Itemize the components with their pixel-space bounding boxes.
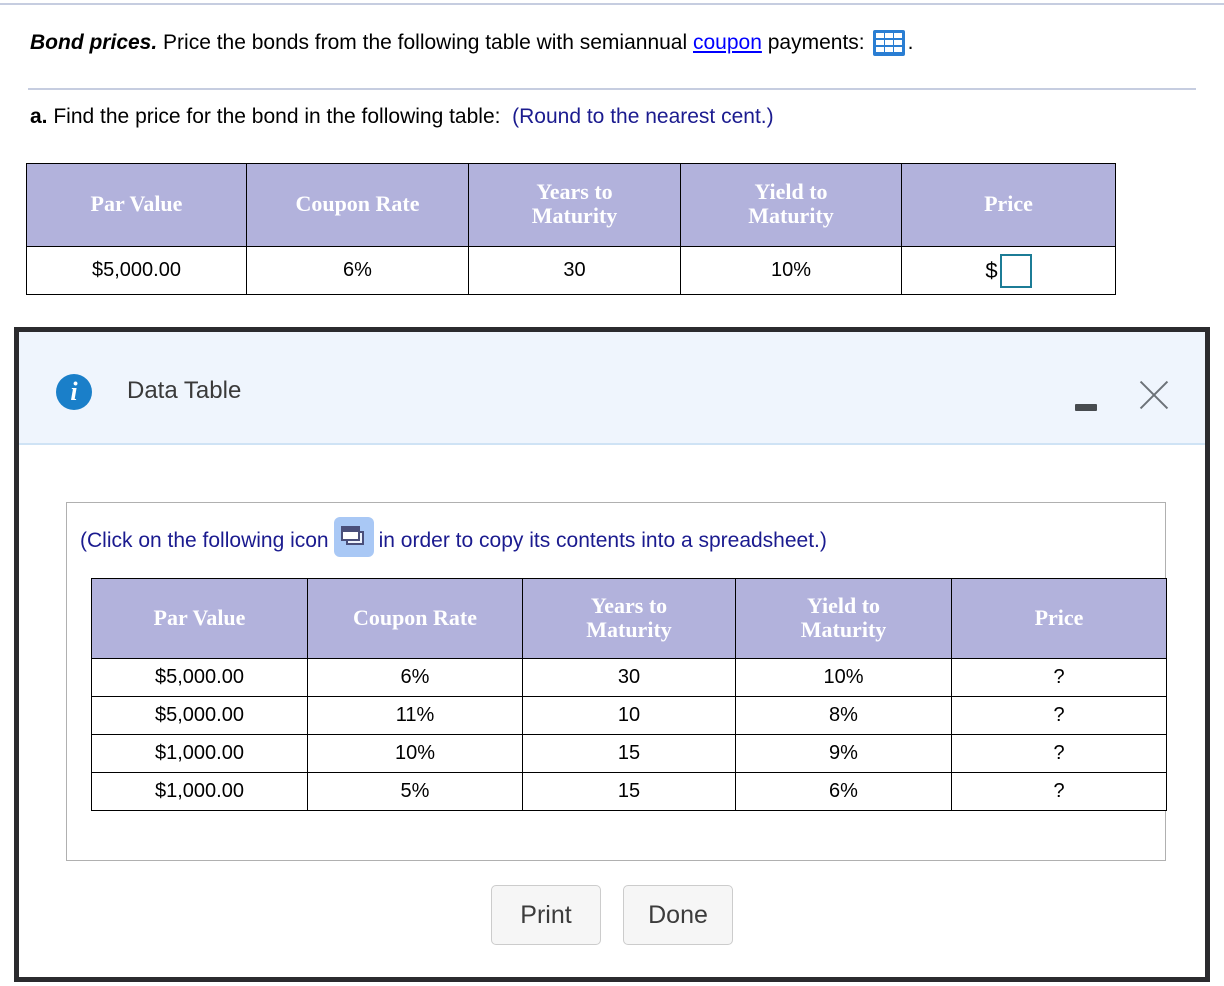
col-coupon-rate: Coupon Rate bbox=[246, 163, 469, 247]
col-yield-to-maturity: Yield to Maturity bbox=[735, 578, 952, 659]
cell-years-to-maturity: 30 bbox=[522, 658, 736, 697]
table-row: $1,000.00 5% 15 6% ? bbox=[91, 772, 1167, 811]
data-table-panel: (Click on the following icon in order to… bbox=[66, 502, 1167, 861]
problem-statement: Bond prices. Price the bonds from the fo… bbox=[30, 30, 1200, 56]
cell-price: ? bbox=[951, 734, 1167, 773]
cell-price: ? bbox=[951, 772, 1167, 811]
info-icon: i bbox=[56, 374, 92, 410]
copy-to-spreadsheet-icon[interactable] bbox=[333, 517, 374, 557]
cell-coupon-rate: 6% bbox=[246, 246, 469, 295]
col-par-value: Par Value bbox=[91, 578, 308, 659]
problem-title: Bond prices. bbox=[30, 31, 158, 54]
cell-price-answer: $ bbox=[901, 246, 1116, 295]
cell-yield-to-maturity: 9% bbox=[735, 734, 952, 773]
close-icon[interactable] bbox=[1131, 372, 1175, 416]
part-a-question: a. Find the price for the bond in the fo… bbox=[30, 105, 774, 129]
cell-coupon-rate: 5% bbox=[307, 772, 523, 811]
col-yield-to-maturity: Yield to Maturity bbox=[680, 163, 902, 247]
part-a-label: a. bbox=[30, 105, 48, 128]
problem-text-part2: payments: bbox=[761, 31, 865, 54]
cell-yield-to-maturity: 10% bbox=[735, 658, 952, 697]
dialog-bond-data-table: Par Value Coupon Rate Years to Maturity … bbox=[91, 578, 1167, 811]
table-header-row: Par Value Coupon Rate Years to Maturity … bbox=[26, 163, 1116, 247]
price-input[interactable] bbox=[999, 253, 1032, 288]
cell-coupon-rate: 10% bbox=[307, 734, 523, 773]
copy-instruction-text-before: (Click on the following icon bbox=[80, 529, 329, 552]
table-row: $5,000.00 11% 10 8% ? bbox=[91, 696, 1167, 735]
cell-par-value: $5,000.00 bbox=[91, 696, 308, 735]
currency-symbol: $ bbox=[985, 257, 998, 283]
page-top-divider bbox=[0, 3, 1224, 5]
cell-years-to-maturity: 15 bbox=[522, 772, 736, 811]
table-row: $5,000.00 6% 30 10% ? bbox=[91, 658, 1167, 697]
copy-instruction: (Click on the following icon in order to… bbox=[80, 517, 827, 557]
problem-text-part1: Price the bonds from the following table… bbox=[157, 31, 693, 54]
cell-years-to-maturity: 15 bbox=[522, 734, 736, 773]
cell-yield-to-maturity: 6% bbox=[735, 772, 952, 811]
coupon-glossary-link[interactable]: coupon bbox=[693, 31, 762, 54]
cell-par-value: $1,000.00 bbox=[91, 772, 308, 811]
cell-par-value: $5,000.00 bbox=[26, 246, 247, 295]
print-button[interactable]: Print bbox=[491, 885, 601, 945]
copy-instruction-text-after: in order to copy its contents into a spr… bbox=[378, 529, 827, 552]
table-header-row: Par Value Coupon Rate Years to Maturity … bbox=[91, 578, 1167, 659]
col-years-to-maturity: Years to Maturity bbox=[468, 163, 681, 247]
done-button[interactable]: Done bbox=[623, 885, 733, 945]
col-par-value: Par Value bbox=[26, 163, 247, 247]
col-price: Price bbox=[951, 578, 1167, 659]
cell-years-to-maturity: 30 bbox=[468, 246, 681, 295]
question-bond-table: Par Value Coupon Rate Years to Maturity … bbox=[26, 163, 1116, 295]
table-row: $1,000.00 10% 15 9% ? bbox=[91, 734, 1167, 773]
data-table-dialog: i Data Table (Click on the following ico… bbox=[14, 327, 1210, 982]
dialog-title: Data Table bbox=[127, 377, 242, 404]
cell-coupon-rate: 6% bbox=[307, 658, 523, 697]
data-table-body: $5,000.00 6% 30 10% ? $5,000.00 11% 10 8… bbox=[91, 658, 1167, 811]
col-years-to-maturity: Years to Maturity bbox=[522, 578, 736, 659]
minimize-icon[interactable] bbox=[1073, 392, 1099, 418]
dialog-body: (Click on the following icon in order to… bbox=[19, 445, 1205, 975]
cell-price: ? bbox=[951, 696, 1167, 735]
rounding-note: (Round to the nearest cent.) bbox=[512, 105, 774, 128]
cell-years-to-maturity: 10 bbox=[522, 696, 736, 735]
table-grid-icon[interactable] bbox=[872, 30, 905, 56]
cell-coupon-rate: 11% bbox=[307, 696, 523, 735]
col-price: Price bbox=[901, 163, 1116, 247]
cell-par-value: $1,000.00 bbox=[91, 734, 308, 773]
col-coupon-rate: Coupon Rate bbox=[307, 578, 523, 659]
problem-trailing-period: . bbox=[907, 31, 914, 54]
cell-price: ? bbox=[951, 658, 1167, 697]
section-divider bbox=[28, 88, 1196, 90]
dialog-header: i Data Table bbox=[19, 332, 1205, 445]
cell-yield-to-maturity: 10% bbox=[680, 246, 902, 295]
part-a-text: Find the price for the bond in the follo… bbox=[47, 105, 501, 128]
cell-par-value: $5,000.00 bbox=[91, 658, 308, 697]
cell-yield-to-maturity: 8% bbox=[735, 696, 952, 735]
dialog-button-bar: Print Done bbox=[19, 885, 1205, 945]
table-row: $5,000.00 6% 30 10% $ bbox=[26, 246, 1116, 295]
